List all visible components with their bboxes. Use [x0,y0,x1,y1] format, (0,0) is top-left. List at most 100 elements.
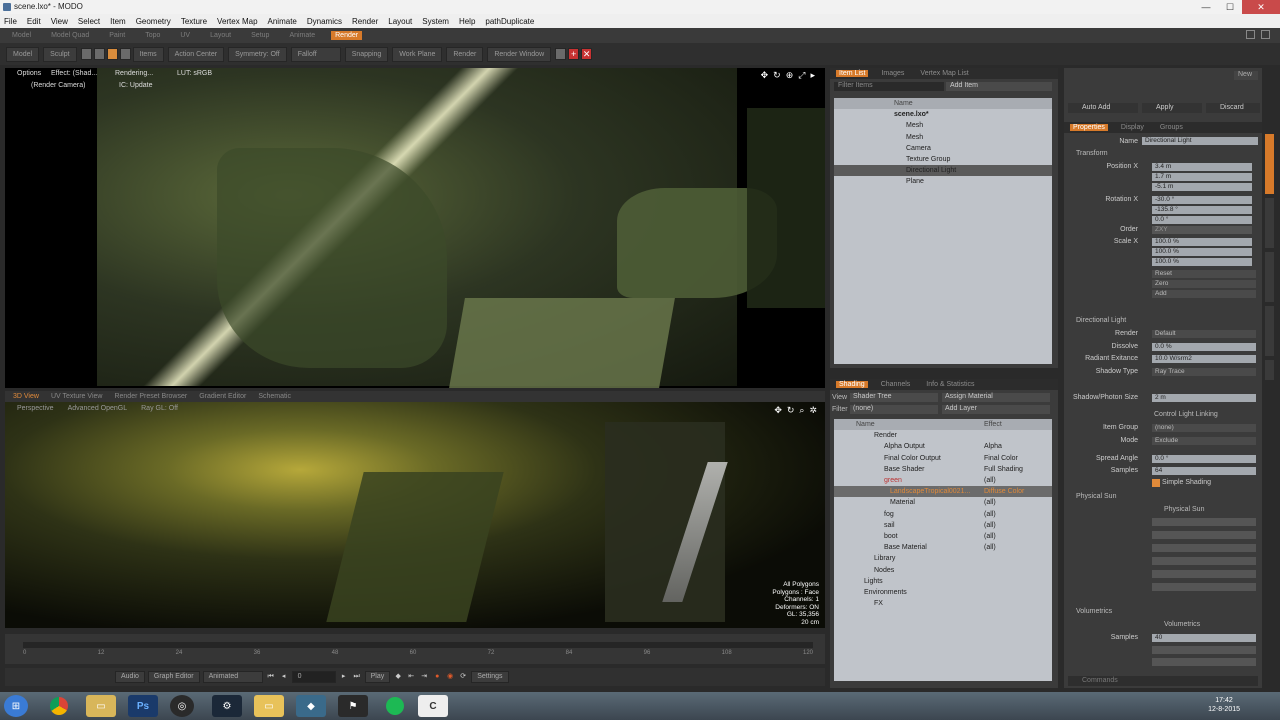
rotation-z-field[interactable]: 0.0 ° [1152,216,1252,224]
discard-button[interactable]: Discard [1206,103,1260,113]
settings-button[interactable]: Settings [471,671,509,683]
auto-add-button[interactable]: Auto Add [1068,103,1138,113]
preview-lut-dropdown[interactable]: LUT: sRGB [177,70,212,77]
action-center-dropdown[interactable]: Action Center [167,46,225,62]
prev-key-icon[interactable]: ⇤ [406,672,416,682]
vol-samples-field[interactable]: 40 [1152,634,1256,642]
vertices-mode-icon[interactable] [80,48,92,60]
shader-row[interactable]: Material (all) [834,497,1052,508]
simple-shading-checkbox-icon[interactable] [1152,479,1160,487]
tab-info-statistics[interactable]: Info & Statistics [923,381,977,388]
menu-vertex-map[interactable]: Vertex Map [217,17,257,26]
menu-item[interactable]: Item [110,17,126,26]
next-frame-icon[interactable]: ▸ [339,672,349,682]
graph-editor-button[interactable]: Graph Editor [147,671,200,683]
rotation-y-field[interactable]: -135.8 ° [1152,206,1252,214]
play-button[interactable]: Play [364,671,391,683]
modo-taskbar-icon[interactable]: ◆ [296,695,326,717]
position-x-field[interactable]: 3.4 m [1152,163,1252,171]
shader-row[interactable]: fog (all) [834,509,1052,520]
shader-row[interactable]: Alpha Output Alpha [834,441,1052,452]
apply-button[interactable]: Apply [1142,103,1202,113]
tree-item-scene[interactable]: scene.lxo* [834,109,1052,120]
render-button[interactable]: Render [446,46,484,62]
volumetrics-checkbox[interactable]: Volumetrics [1152,621,1200,628]
spread-angle-field[interactable]: 0.0 ° [1152,455,1256,463]
shader-row[interactable]: Nodes [834,564,1052,575]
filter-dropdown[interactable]: (none) [850,405,938,414]
last-frame-icon[interactable]: ⏭ [352,672,362,682]
tree-item-camera[interactable]: Camera [834,143,1052,154]
timeline[interactable]: 0 12 24 36 48 60 72 84 96 108 120 [5,634,825,664]
record-icon[interactable]: ● [432,672,442,682]
shader-row-selected[interactable]: LandscapeTropical0021... Diffuse Color [834,486,1052,498]
layout-tab-layout[interactable]: Layout [206,31,235,40]
sculpt-mode-button[interactable]: Sculpt [43,46,77,62]
app-icon[interactable]: C [418,695,448,717]
refresh-icon[interactable]: ↻ [773,70,781,81]
add-layer-dropdown[interactable]: Add Layer [942,405,1050,414]
steam-icon[interactable]: ⚙ [212,695,242,717]
menu-arrow-icon[interactable]: ▸ [810,70,815,81]
menu-texture[interactable]: Texture [181,17,207,26]
add-item-dropdown[interactable]: Add Item [946,82,1052,91]
scale-z-field[interactable]: 100.0 % [1152,258,1252,266]
menu-render[interactable]: Render [352,17,378,26]
position-y-field[interactable]: 1.7 m [1152,173,1252,181]
close-x-icon[interactable]: ✕ [581,48,593,60]
snapping-toggle[interactable]: Snapping [344,46,389,62]
close-button[interactable]: ✕ [1242,0,1280,14]
side-tab[interactable] [1265,252,1274,302]
view-perspective-dropdown[interactable]: Perspective [17,405,54,412]
tab-gradient-editor[interactable]: Gradient Editor [199,393,246,400]
side-tab[interactable] [1265,198,1274,248]
order-dropdown[interactable]: ZXY [1152,226,1252,234]
preview-effect-dropdown[interactable]: Effect: (Shad... [51,70,97,77]
side-tab[interactable] [1265,306,1274,356]
tab-schematic[interactable]: Schematic [258,393,291,400]
layout-tab-model-quad[interactable]: Model Quad [47,31,93,40]
side-tab-active[interactable] [1265,134,1274,194]
app-icon[interactable]: ⚑ [338,695,368,717]
menu-animate[interactable]: Animate [268,17,297,26]
camera-icon[interactable] [555,48,567,60]
fit-icon[interactable]: ⤢ [798,70,805,81]
zero-dropdown[interactable]: Zero [1152,280,1256,288]
item-group-dropdown[interactable]: (none) [1152,424,1256,432]
preview-ic-dropdown[interactable]: IC: Update [119,82,152,89]
menu-edit[interactable]: Edit [27,17,41,26]
position-z-field[interactable]: -5.1 m [1152,183,1252,191]
tab-item-list[interactable]: Item List [836,70,869,77]
chrome-icon[interactable] [44,695,74,717]
symmetry-dropdown[interactable]: Symmetry: Off [228,46,287,62]
menu-pathduplicate[interactable]: pathDuplicate [485,17,534,26]
shader-row[interactable]: Base Material (all) [834,542,1052,553]
samples-field[interactable]: 64 [1152,467,1256,475]
menu-layout[interactable]: Layout [388,17,412,26]
dissolve-field[interactable]: 0.0 % [1152,343,1256,351]
shader-row[interactable]: Final Color Output Final Color [834,453,1052,464]
falloff-dropdown[interactable]: Falloff [290,46,341,62]
shader-row[interactable]: boot (all) [834,531,1052,542]
add-plus-icon[interactable]: + [568,48,580,60]
pan-icon[interactable]: ✥ [774,405,782,416]
3d-viewport[interactable]: Perspective Advanced OpenGL Ray GL: Off … [5,402,825,628]
work-plane-dropdown[interactable]: Work Plane [392,46,443,62]
gear-icon[interactable]: ✲ [809,405,817,416]
polygons-mode-icon[interactable] [106,48,118,60]
mode-dropdown[interactable]: Exclude [1152,437,1256,445]
filter-items-field[interactable]: Filter Items [834,82,944,91]
view-dropdown[interactable]: Shader Tree [850,393,938,402]
tab-shading[interactable]: Shading [836,381,868,388]
next-key-icon[interactable]: ⇥ [419,672,429,682]
name-field[interactable]: Directional Light [1142,137,1258,145]
folder-icon[interactable]: ▭ [254,695,284,717]
auto-key-icon[interactable]: ◉ [445,672,455,682]
items-mode-button[interactable]: Items [132,46,164,62]
light-linking-checkbox[interactable]: Control Light Linking [1142,411,1218,418]
file-explorer-icon[interactable]: ▭ [86,695,116,717]
photoshop-icon[interactable]: Ps [128,695,158,717]
layout-tab-model[interactable]: Model [8,31,35,40]
shadow-photon-size-field[interactable]: 2 m [1152,394,1256,402]
new-button[interactable]: New [1234,71,1258,80]
